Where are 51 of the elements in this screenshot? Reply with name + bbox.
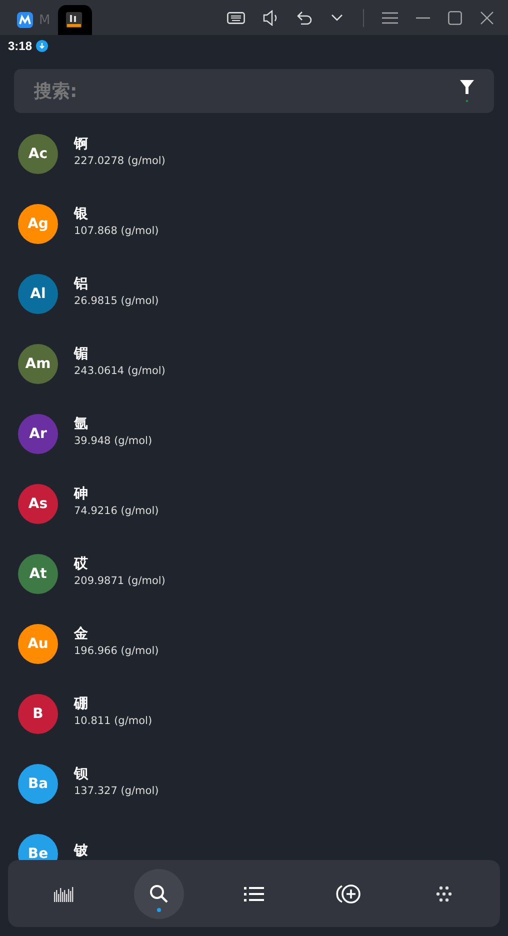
search-icon xyxy=(148,884,169,904)
element-name: 镅 xyxy=(74,345,89,363)
download-icon xyxy=(36,40,48,52)
element-mass: 209.9871 (g/mol) xyxy=(74,575,166,587)
close-icon[interactable] xyxy=(480,10,494,24)
element-symbol: As xyxy=(18,484,58,524)
filter-icon[interactable] xyxy=(460,80,474,102)
window-tab[interactable]: M xyxy=(14,5,58,35)
element-mass: 26.9815 (g/mol) xyxy=(74,295,159,307)
status-time: 3:18 xyxy=(8,38,32,52)
element-name: 砹 xyxy=(74,555,89,573)
bars-icon xyxy=(54,886,74,902)
element-symbol: Ac xyxy=(18,134,58,174)
element-name: 硼 xyxy=(74,695,89,713)
element-mass: 243.0614 (g/mol) xyxy=(74,365,166,377)
element-name: 氩 xyxy=(74,415,89,433)
element-mass: 39.948 (g/mol) xyxy=(74,435,152,447)
menu-icon[interactable] xyxy=(382,12,398,24)
element-symbol: At xyxy=(18,554,58,594)
element-name: 铍 xyxy=(74,842,88,860)
element-symbol: Ag xyxy=(18,204,58,244)
element-name: 金 xyxy=(74,625,89,643)
element-mass: 107.868 (g/mol) xyxy=(74,225,159,237)
minimize-icon[interactable] xyxy=(416,16,430,18)
element-name: 锕 xyxy=(74,135,89,153)
element-mass: 227.0278 (g/mol) xyxy=(74,155,166,167)
element-symbol: Ar xyxy=(18,414,58,454)
keyboard-icon[interactable] xyxy=(227,12,245,24)
element-mass: 74.9216 (g/mol) xyxy=(74,505,159,517)
element-mass: 10.811 (g/mol) xyxy=(74,715,152,727)
element-symbol: Am xyxy=(18,344,58,384)
element-symbol: Ba xyxy=(18,764,58,804)
element-symbol: Al xyxy=(18,274,58,314)
maximize-icon[interactable] xyxy=(448,10,462,24)
list-icon xyxy=(244,886,264,902)
undo-icon[interactable] xyxy=(297,10,313,24)
window-tab[interactable] xyxy=(58,5,92,35)
element-name: 银 xyxy=(74,205,89,223)
element-name: 钡 xyxy=(74,765,90,783)
speaker-icon[interactable] xyxy=(263,10,279,26)
element-symbol: Au xyxy=(18,624,58,664)
element-name: 铝 xyxy=(74,275,89,293)
element-mass: 196.966 (g/mol) xyxy=(74,645,159,657)
element-mass: 137.327 (g/mol) xyxy=(74,785,159,797)
element-name: 砷 xyxy=(74,485,89,503)
app-icon xyxy=(17,12,33,28)
app-icon xyxy=(66,12,82,28)
dots-icon xyxy=(435,886,454,902)
element-symbol: B xyxy=(18,694,58,734)
add-circle-icon xyxy=(336,882,362,904)
chevron-down-icon[interactable] xyxy=(331,14,343,22)
